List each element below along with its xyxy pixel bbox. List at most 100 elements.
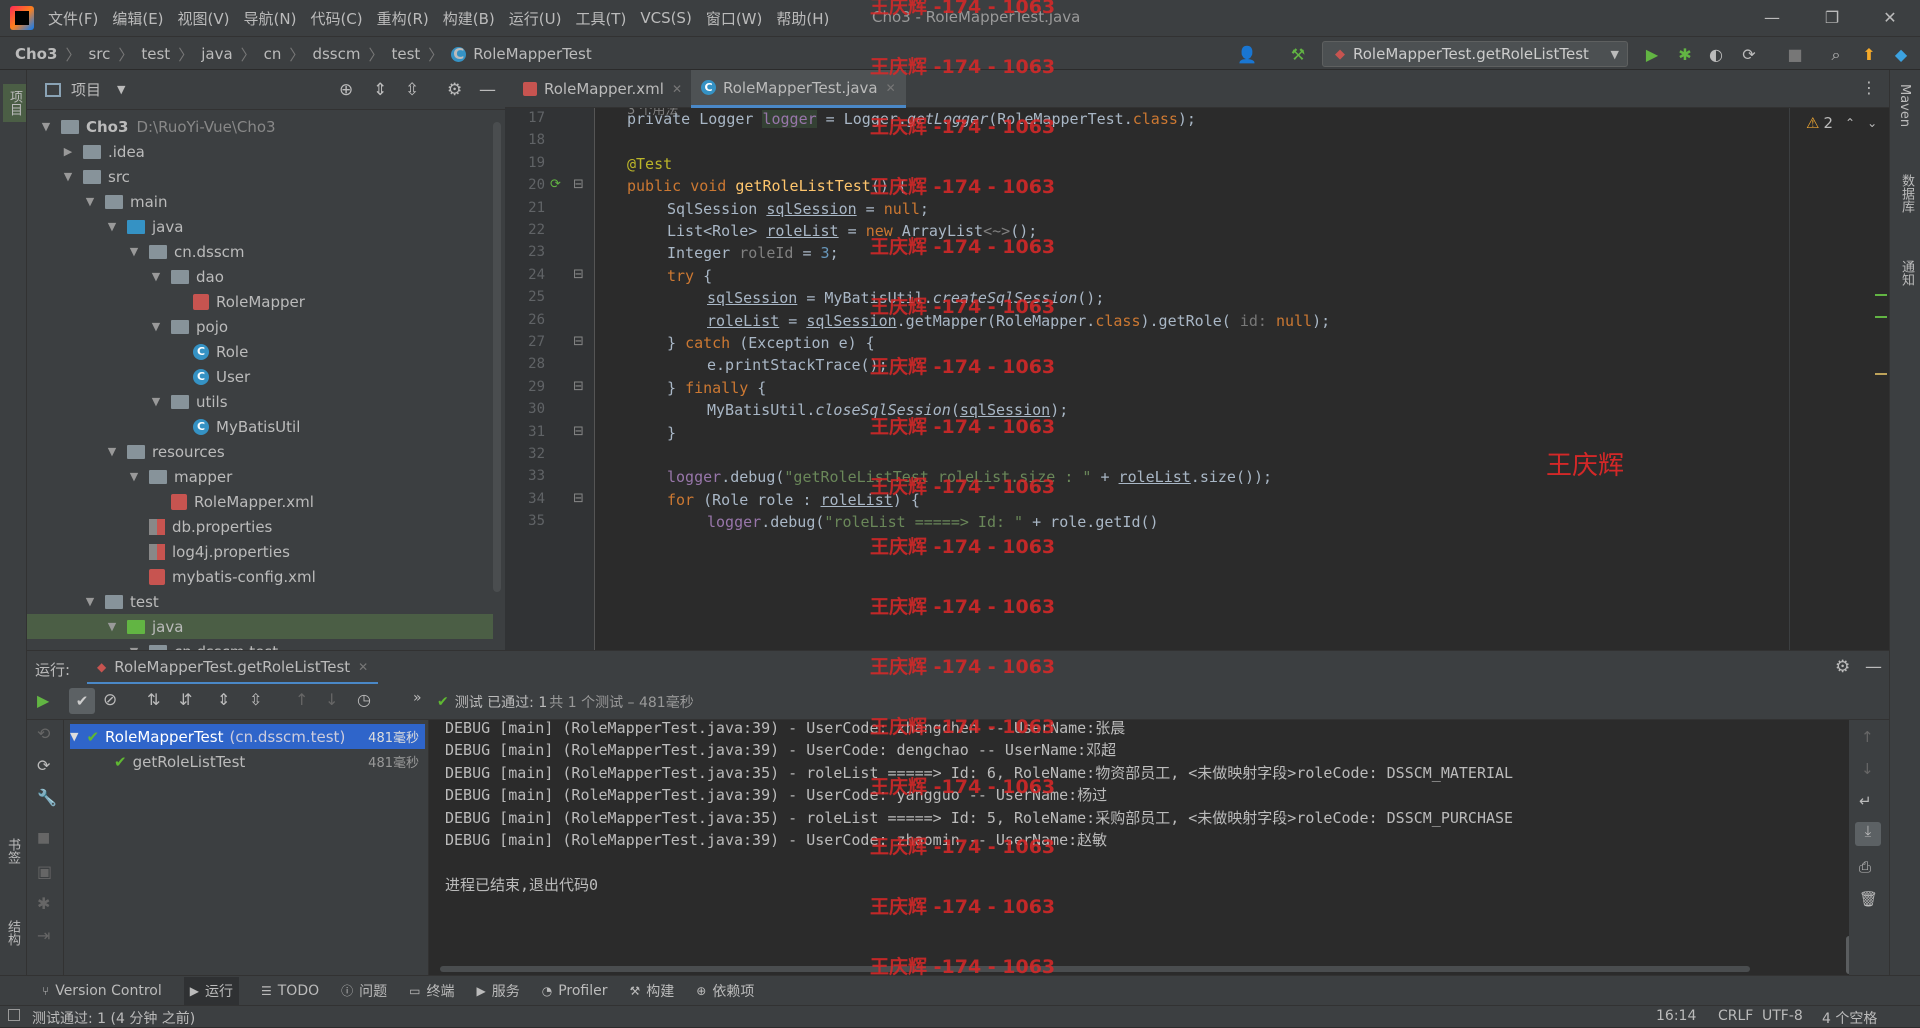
tree-node[interactable]: ▼ dao xyxy=(27,264,493,289)
test-class-node[interactable]: ▼ ✔ RoleMapperTest (cn.dsscm.test) 481毫秒 xyxy=(70,724,425,749)
rerun-icon[interactable]: ▶ xyxy=(37,691,49,710)
scroll-to-end-icon[interactable]: ⤓ xyxy=(1855,822,1881,846)
code-editor[interactable]: 3 个用法 private Logger logger = Logger.get… xyxy=(595,108,1889,650)
tree-scrollbar[interactable] xyxy=(493,122,501,592)
code-line[interactable]: try { xyxy=(667,267,712,285)
chevron-down-icon[interactable]: ▼ xyxy=(105,445,119,458)
tool-button[interactable]: ☰ TODO xyxy=(261,983,319,999)
run-test-icon[interactable]: ⟳ xyxy=(550,177,561,192)
tool-button[interactable]: ⑂ Version Control xyxy=(42,983,162,999)
exit-icon[interactable]: ⇥ xyxy=(37,926,50,945)
tree-node[interactable]: ▼ test xyxy=(27,589,493,614)
chevron-down-icon[interactable]: ▼ xyxy=(149,395,163,408)
tool-button[interactable]: ⓘ 问题 xyxy=(341,981,387,1001)
tree-node[interactable]: C Role xyxy=(27,339,493,364)
run-configuration-dropdown[interactable]: ◆ RoleMapperTest.getRoleListTest ▼ xyxy=(1322,41,1628,67)
tree-node[interactable]: log4j.properties xyxy=(27,539,493,564)
code-line[interactable]: } catch (Exception e) { xyxy=(667,334,875,352)
warning-marker[interactable] xyxy=(1875,373,1887,375)
more-icon[interactable]: » xyxy=(413,690,422,706)
profile-icon[interactable]: ⟳ xyxy=(1738,44,1760,66)
code-line[interactable]: e.printStackTrace(); xyxy=(707,356,888,374)
toggle-auto-test-icon[interactable]: ⟳ xyxy=(37,756,50,775)
breadcrumb-item[interactable]: test xyxy=(141,45,170,63)
chevron-down-icon[interactable]: ▼ xyxy=(105,620,119,633)
breadcrumb-item[interactable]: src xyxy=(88,45,110,63)
code-line[interactable]: sqlSession = MyBatisUtil.createSqlSessio… xyxy=(707,289,1104,307)
code-line[interactable]: logger.debug("roleList =====> Id: " + ro… xyxy=(707,513,1159,531)
tool-button[interactable]: ▶ 运行 xyxy=(183,976,239,1005)
maven-tool-tab[interactable]: Maven xyxy=(1897,84,1912,127)
prev-failed-icon[interactable]: ↑ xyxy=(295,690,308,709)
tree-node[interactable]: C User xyxy=(27,364,493,389)
gear-icon[interactable]: ⚙ xyxy=(1835,657,1850,677)
tree-node[interactable]: ▼ pojo xyxy=(27,314,493,339)
breadcrumb-item[interactable]: Cho3 xyxy=(15,45,57,63)
code-line[interactable]: } finally { xyxy=(667,379,766,397)
code-line[interactable]: List<Role> roleList = new ArrayList<~>()… xyxy=(667,222,1037,240)
tool-button[interactable]: ⊕ 依赖项 xyxy=(696,981,754,1001)
console-output[interactable]: DEBUG [main] (RoleMapperTest.java:39) - … xyxy=(429,720,1849,975)
menu-item[interactable]: 工具(T) xyxy=(575,8,626,29)
tree-node[interactable]: ▼ main xyxy=(27,189,493,214)
more-tabs-icon[interactable]: ⋮ xyxy=(1861,78,1877,97)
chevron-up-icon[interactable]: ⌃ xyxy=(1845,116,1855,130)
code-line[interactable]: public void getRoleListTest() { xyxy=(627,177,907,195)
hide-icon[interactable]: — xyxy=(1865,657,1882,677)
indent-setting[interactable]: 4 个空格 xyxy=(1822,1008,1877,1028)
sort-duration-icon[interactable]: ⇵ xyxy=(179,690,192,709)
chevron-down-icon[interactable]: ▼ xyxy=(127,470,141,483)
tree-node[interactable]: ▼ mapper xyxy=(27,464,493,489)
menu-item[interactable]: 重构(R) xyxy=(377,8,429,29)
show-passed-icon[interactable]: ✔ xyxy=(69,688,95,714)
change-marker[interactable] xyxy=(1875,294,1887,296)
menu-item[interactable]: 帮助(H) xyxy=(776,8,829,29)
tree-node[interactable]: ▼ java xyxy=(27,614,493,639)
line-separator[interactable]: CRLF xyxy=(1718,1008,1753,1024)
chevron-down-icon[interactable]: ▼ xyxy=(117,83,125,96)
file-encoding[interactable]: UTF-8 xyxy=(1762,1008,1803,1024)
chevron-down-icon[interactable]: ▼ xyxy=(105,220,119,233)
tool-button[interactable]: ▭ 终端 xyxy=(409,981,454,1001)
menu-item[interactable]: 导航(N) xyxy=(244,8,297,29)
rerun-failed-icon[interactable]: ⟲ xyxy=(37,724,50,743)
breadcrumb-item[interactable]: java xyxy=(201,45,232,63)
close-tab-icon[interactable]: ✕ xyxy=(358,660,368,674)
code-line[interactable]: } xyxy=(667,424,676,442)
soft-wrap-icon[interactable]: ↵ xyxy=(1859,792,1872,810)
tree-node[interactable]: C MyBatisUtil xyxy=(27,414,493,439)
tree-node[interactable]: ▼ java xyxy=(27,214,493,239)
chevron-down-icon[interactable]: ▼ xyxy=(83,195,97,208)
chevron-down-icon[interactable]: ▼ xyxy=(61,170,75,183)
restore-icon[interactable]: ❐ xyxy=(1820,6,1844,30)
code-line[interactable]: logger.debug("getRoleListTest roleList.s… xyxy=(667,468,1272,486)
fold-icon[interactable]: ⊟ xyxy=(573,491,584,506)
history-icon[interactable]: ◷ xyxy=(357,690,371,709)
breadcrumb-item[interactable]: RoleMapperTest xyxy=(473,45,591,63)
tree-node[interactable]: ▶ .idea xyxy=(27,139,493,164)
chevron-down-icon[interactable]: ▼ xyxy=(83,595,97,608)
tool-button[interactable]: ⚒ 构建 xyxy=(630,981,675,1001)
tool-button[interactable]: ◔ Profiler xyxy=(542,983,608,999)
menu-item[interactable]: 视图(V) xyxy=(178,8,230,29)
breadcrumb-item[interactable]: cn xyxy=(264,45,282,63)
next-failed-icon[interactable]: ↓ xyxy=(325,690,338,709)
menu-item[interactable]: 代码(C) xyxy=(310,8,362,29)
tree-node[interactable]: ▼ cn.dsscm xyxy=(27,239,493,264)
collapse-all-icon[interactable]: ⇳ xyxy=(405,80,419,100)
coverage-icon[interactable]: ◐ xyxy=(1705,44,1727,66)
code-line[interactable]: private Logger logger = Logger.getLogger… xyxy=(627,110,1196,128)
hide-icon[interactable]: — xyxy=(479,80,496,100)
build-hammer-icon[interactable]: ⚒ xyxy=(1287,44,1309,66)
change-marker[interactable] xyxy=(1875,316,1887,318)
breadcrumb-item[interactable]: test xyxy=(391,45,420,63)
code-line[interactable]: @Test xyxy=(627,155,672,173)
fold-icon[interactable]: ⊟ xyxy=(573,424,584,439)
test-method-node[interactable]: ✔ getRoleListTest 481毫秒 xyxy=(114,749,425,774)
tree-node[interactable]: ▼cn.dsscm.test xyxy=(27,639,493,650)
bookmarks-tool-tab[interactable]: 书签 xyxy=(3,838,22,864)
chevron-down-icon[interactable]: ▼ xyxy=(39,120,53,133)
tree-node[interactable]: db.properties xyxy=(27,514,493,539)
tool-button[interactable]: ▶ 服务 xyxy=(476,981,519,1001)
locate-icon[interactable]: ⊕ xyxy=(339,80,353,100)
